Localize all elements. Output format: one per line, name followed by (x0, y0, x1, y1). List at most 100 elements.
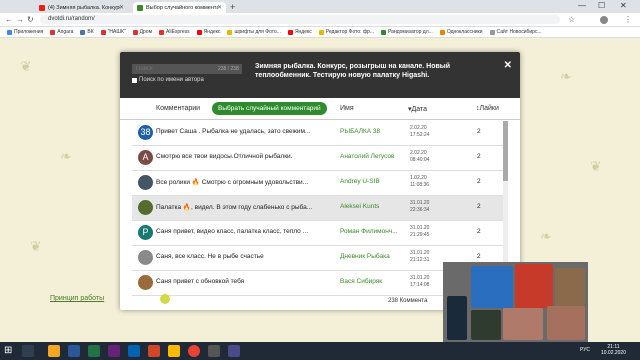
forward-icon[interactable]: → (16, 15, 24, 24)
avatar: А (138, 150, 153, 165)
bookmark-icon (381, 29, 387, 35)
comment-row[interactable]: Все ролики 🔥 Смотрю с огромным удовольст… (132, 171, 504, 196)
comment-author[interactable]: РЫБАЛКА 38 (340, 128, 408, 135)
comment-text: Привет Саша . Рыбалка не удалась, зато с… (156, 128, 311, 135)
minimize-button[interactable]: — (578, 1, 586, 10)
comment-author[interactable]: Анатолий Легусов (340, 153, 408, 160)
comment-author[interactable]: Aleksei Kunts (340, 203, 408, 210)
app-icon[interactable] (108, 345, 120, 357)
video-title: Зимняя рыбалка. Конкурс, розыгрыш на кан… (255, 63, 451, 79)
url-field[interactable]: dvotdi.ru/random/ (40, 15, 560, 24)
comment-text: Саня, все класс. Не в рыбе счастье (156, 253, 264, 260)
comment-row[interactable]: Р Саня привет, видео класс, палатка клас… (132, 221, 504, 246)
profile-avatar[interactable] (600, 16, 608, 24)
reload-icon[interactable]: ↻ (27, 15, 34, 24)
tab-bar: (4) Зимняя рыбалка. Конкурс, р ✕ Выбор с… (0, 0, 640, 13)
ornament-icon: ❧ (560, 68, 572, 84)
back-icon[interactable]: ← (5, 15, 13, 24)
excel-icon[interactable] (88, 345, 100, 357)
bookmark-item[interactable]: Яндекс (287, 29, 312, 35)
clock[interactable]: 21:11 10.02.2020 (601, 344, 626, 356)
menu-icon[interactable]: ⋮ (624, 15, 632, 24)
yandex-icon (196, 29, 202, 35)
comment-row-selected[interactable]: Палатка 🔥, видел. В этом году слабенько … (132, 196, 504, 221)
windows-taskbar: ⊞ РУС 21:11 10.02.2020 (0, 342, 640, 360)
ornament-icon: ❦ (30, 238, 42, 254)
bookmark-item[interactable]: Сайт Новосибирс... (489, 29, 542, 35)
windows-start-icon[interactable]: ⊞ (4, 345, 16, 357)
bookmark-item[interactable]: Рандомизатор дл... (381, 29, 433, 35)
comment-row[interactable]: 38 Привет Саша . Рыбалка не удалась, зат… (132, 121, 504, 146)
avatar: 38 (138, 125, 153, 140)
avatar (138, 200, 153, 215)
bookmark-icon (489, 29, 495, 35)
app-icon[interactable] (168, 345, 180, 357)
app-icon[interactable] (128, 345, 140, 357)
bookmark-item[interactable]: Одноклассники (439, 29, 483, 35)
site-favicon-icon (137, 4, 143, 11)
comment-author[interactable]: Andrey U-SIB (340, 178, 408, 185)
comment-author[interactable]: Дневник Рыбака (340, 253, 408, 260)
comment-date: 31.01.20 21:29:45 (410, 225, 430, 238)
new-tab-button[interactable]: + (230, 2, 235, 12)
bottle (447, 296, 467, 340)
apps-icon (7, 29, 12, 35)
avatar (138, 250, 153, 265)
scroll-thumb[interactable] (503, 121, 508, 181)
browser-tab[interactable]: (4) Зимняя рыбалка. Конкурс, р ✕ (35, 2, 128, 13)
ornament-icon: ❧ (540, 228, 552, 244)
comment-text: Все ролики 🔥 Смотрю с огромным удовольст… (156, 179, 309, 186)
comment-date: 31.01.20 22:36:34 (410, 200, 430, 213)
comment-row[interactable]: А Смотрю все твои видосы.Отличной рыбалк… (132, 146, 504, 171)
comment-likes: 2 (477, 228, 481, 235)
bookmark-item[interactable]: шрифты для Фото... (227, 29, 281, 35)
app-icon[interactable] (148, 345, 160, 357)
keyboard-language[interactable]: РУС (580, 347, 590, 353)
comment-text: Саня привет с обновкой тебя (156, 278, 245, 285)
comment-date: 2.02.20 08:40:04 (410, 150, 430, 163)
bookmark-item[interactable]: Редактор Фото: фр... (318, 29, 374, 35)
name-column-header[interactable]: Имя (340, 105, 354, 112)
tab-title: (4) Зимняя рыбалка. Конкурс, р (48, 4, 120, 11)
bookmark-item[interactable]: Яндекс (196, 29, 220, 35)
bookmark-icon (100, 29, 106, 35)
odnoklassniki-icon (439, 29, 445, 35)
comment-text: Смотрю все твои видосы.Отличной рыбалки. (156, 153, 293, 160)
search-by-author-checkbox[interactable]: Поиск по имени автора (132, 77, 204, 83)
ornament-icon: ❦ (590, 158, 602, 174)
bookmark-item[interactable]: "НАШК" (100, 29, 126, 35)
yandex-icon (287, 29, 293, 35)
how-it-works-link[interactable]: Принцип работы (50, 295, 104, 302)
word-icon[interactable] (68, 345, 80, 357)
comment-author[interactable]: Роман Филимонч... (340, 228, 408, 235)
close-tab-icon[interactable]: ✕ (217, 4, 222, 11)
youtube-icon (39, 4, 45, 11)
bookmark-item[interactable]: Приложения (7, 29, 43, 35)
date-column-header[interactable]: ▾Дата (408, 105, 427, 113)
comment-text: Палатка 🔥, видел. В этом году слабенько … (156, 204, 313, 211)
search-icon[interactable] (22, 345, 34, 357)
window-close-button[interactable]: ✕ (620, 1, 627, 10)
checkbox-icon[interactable] (132, 77, 137, 83)
bookmark-item[interactable]: AliExpress (159, 29, 190, 35)
bookmark-item[interactable]: ВК (80, 29, 94, 35)
browser-tab-active[interactable]: Выбор случайного комментар ✕ (133, 2, 226, 13)
random-comment-button[interactable]: Выбрать случайный комментарий (212, 102, 327, 115)
comment-date: 1.02.20 11:08:36 (410, 175, 430, 188)
chrome-icon[interactable] (188, 345, 200, 357)
bookmark-item[interactable]: Angara (50, 29, 73, 35)
maximize-button[interactable]: ☐ (598, 1, 605, 10)
close-icon[interactable]: ✕ (504, 60, 512, 71)
bookmark-icon (50, 29, 56, 35)
app-icon[interactable] (208, 345, 220, 357)
folder-icon (227, 29, 233, 35)
app-icon[interactable] (228, 345, 240, 357)
comment-date: 31.01.20 21:12:31 (410, 250, 430, 263)
bookmark-icon (132, 29, 138, 35)
star-icon[interactable]: ☆ (568, 15, 575, 24)
bookmark-item[interactable]: Дром (132, 29, 152, 35)
file-explorer-icon[interactable] (48, 345, 60, 357)
comment-author[interactable]: Вася Сибиряк (340, 278, 408, 285)
close-tab-icon[interactable]: ✕ (119, 4, 124, 11)
likes-column-header[interactable]: ↕Лайки (476, 105, 499, 112)
